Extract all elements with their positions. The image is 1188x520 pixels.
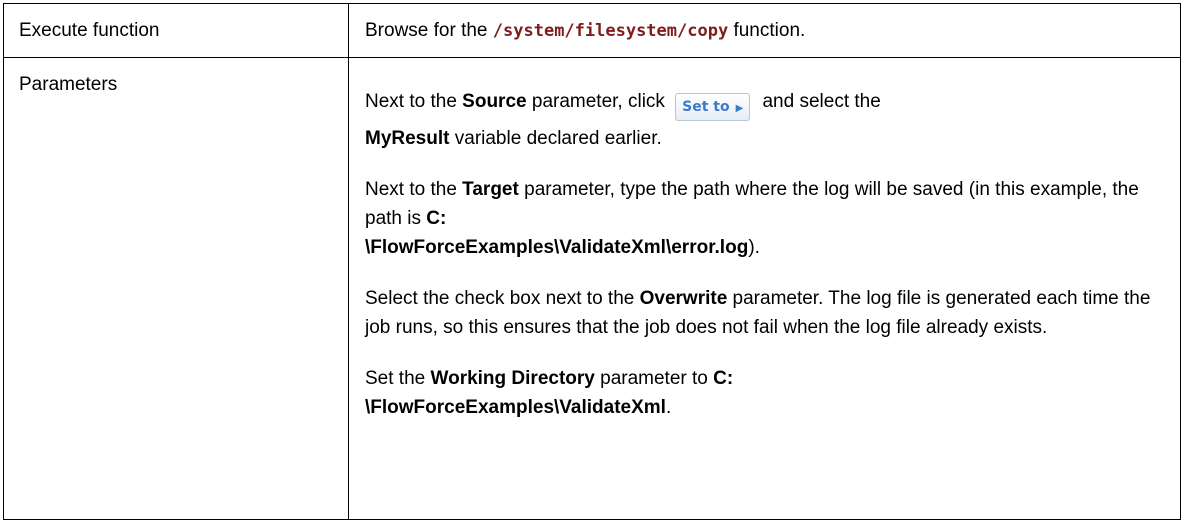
table-row: Execute function Browse for the /system/… — [3, 3, 1181, 58]
row-content: Browse for the /system/filesystem/copy f… — [348, 3, 1181, 58]
text: Browse for the — [365, 20, 493, 41]
bold-path: \FlowForceExamples\ValidateXml\error.log — [365, 237, 749, 258]
set-to-button[interactable]: Set to ▶ — [675, 93, 751, 121]
bold-path: \FlowForceExamples\ValidateXml — [365, 397, 666, 418]
bold-path: C: — [426, 208, 447, 229]
target-paragraph: Next to the Target parameter, type the p… — [365, 175, 1166, 262]
source-paragraph: Next to the Source parameter, click Set … — [365, 87, 1166, 153]
text: and select the — [757, 91, 881, 112]
bold-term: Target — [462, 179, 519, 200]
text: Next to the — [365, 91, 463, 112]
text: parameter to — [594, 368, 714, 389]
bold-term: MyResult — [365, 128, 450, 149]
text: ). — [748, 237, 760, 258]
function-path: /system/filesystem/copy — [492, 21, 729, 41]
text: Set the — [365, 368, 431, 389]
text: Next to the — [365, 179, 463, 200]
set-to-label: Set to — [682, 99, 730, 115]
text: function. — [728, 20, 806, 41]
text: Select the check box next to the — [365, 288, 640, 309]
row-label: Execute function — [3, 3, 349, 58]
text: variable declared earlier. — [449, 128, 662, 149]
triangle-right-icon: ▶ — [735, 103, 744, 114]
bold-term: Overwrite — [639, 288, 728, 309]
text: . — [665, 397, 672, 418]
working-directory-paragraph: Set the Working Directory parameter to C… — [365, 364, 1166, 422]
bold-path: C: — [713, 368, 734, 389]
table-row: Parameters Next to the Source parameter,… — [3, 57, 1181, 520]
row-label: Parameters — [3, 57, 349, 520]
bold-term: Source — [462, 91, 527, 112]
bold-term: Working Directory — [430, 368, 595, 389]
text: parameter, click — [526, 91, 671, 112]
overwrite-paragraph: Select the check box next to the Overwri… — [365, 284, 1166, 342]
instructions-table: Execute function Browse for the /system/… — [3, 3, 1181, 520]
row-content: Next to the Source parameter, click Set … — [348, 57, 1181, 520]
